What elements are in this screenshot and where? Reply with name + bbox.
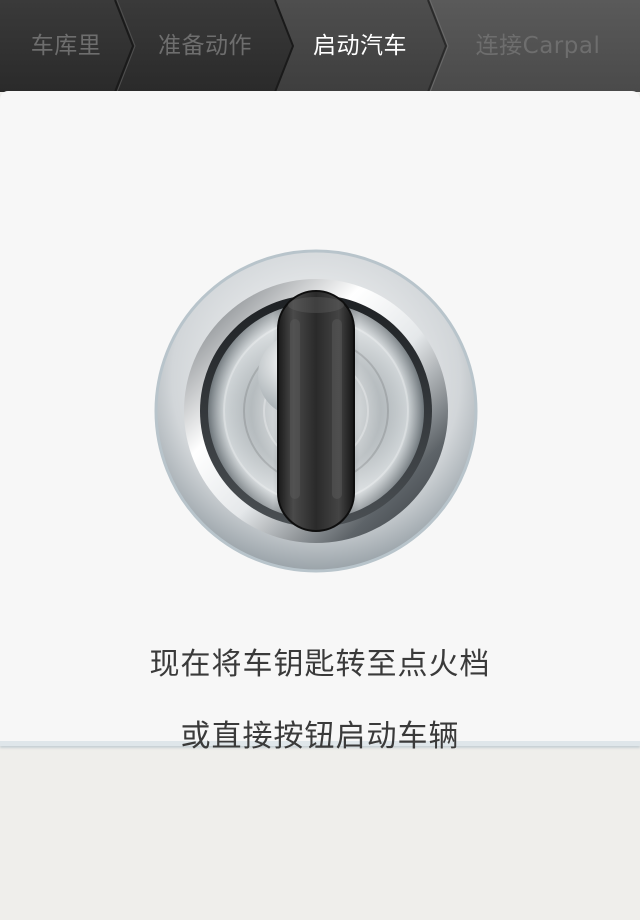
step-prepare[interactable]: 准备动作 [140, 0, 270, 92]
step-progress-bar: 车库里 准备动作 启动汽车 连接Carpal [0, 0, 640, 92]
ignition-key-icon [154, 249, 478, 573]
instruction-push-button: 或直接按钮启动车辆 [180, 719, 460, 754]
instruction-card: 现在将车钥匙转至点火档 或直接按钮启动车辆 [0, 91, 640, 754]
step-start-car[interactable]: 启动汽车 [295, 0, 425, 92]
instruction-turn-key: 现在将车钥匙转至点火档 [149, 647, 491, 682]
step-connect-carpal[interactable]: 连接Carpal [458, 0, 618, 92]
step-garage[interactable]: 车库里 [10, 0, 122, 92]
